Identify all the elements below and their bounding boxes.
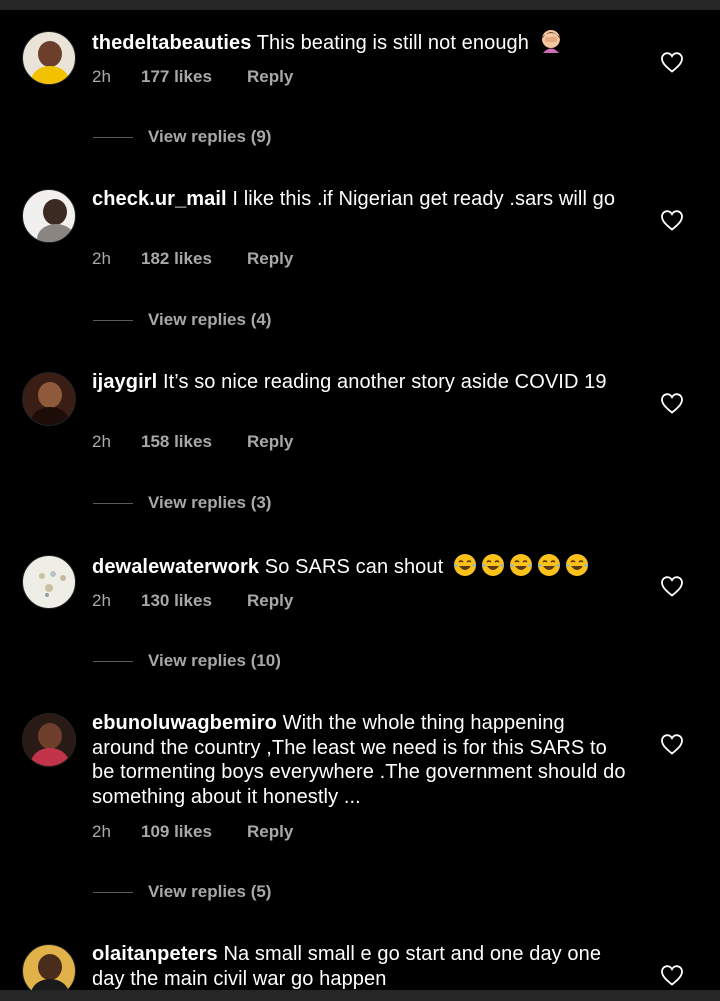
view-replies-label: View replies (4) [148, 310, 272, 329]
comment-text-block: check.ur_mail I like this .if Nigerian g… [92, 187, 632, 212]
comment-username[interactable]: dewalewaterwork [92, 556, 259, 578]
comment-time: 2h [92, 67, 111, 86]
comment-likes[interactable]: 158 likes [141, 432, 247, 452]
emoji-row [449, 554, 589, 578]
comment-likes[interactable]: 130 likes [141, 591, 247, 611]
view-replies-button[interactable]: View replies (9) [93, 127, 271, 147]
comment-username[interactable]: ebunoluwagbemiro [92, 712, 277, 734]
comment-text-block: ebunoluwagbemiro With the whole thing ha… [92, 711, 632, 809]
comment-body: I like this .if Nigerian get ready .sars… [232, 188, 616, 210]
comment-meta: 2h 177 likes Reply [92, 67, 293, 87]
replies-divider [93, 660, 133, 662]
avatar[interactable] [22, 31, 76, 85]
view-replies-button[interactable]: View replies (10) [93, 651, 281, 671]
comment-time: 2h [92, 432, 111, 451]
comment-text-block: olaitanpeters Na small small e go start … [92, 942, 632, 991]
replies-divider [93, 891, 133, 893]
heart-outline-icon[interactable] [660, 964, 684, 986]
avatar-pattern [39, 571, 66, 597]
heart-outline-icon[interactable] [660, 392, 684, 414]
reply-button[interactable]: Reply [247, 249, 293, 269]
comment-meta: 2h 182 likes Reply [92, 249, 293, 269]
reply-button[interactable]: Reply [247, 822, 293, 842]
face-with-tears-of-joy-emoji [565, 554, 588, 576]
woman-facepalming-emoji [541, 30, 560, 53]
comment-time: 2h [92, 822, 111, 841]
comment-meta: 2h 109 likes Reply [92, 822, 293, 842]
comment-time: 2h [92, 591, 111, 610]
view-replies-label: View replies (3) [148, 493, 272, 512]
avatar[interactable] [22, 555, 76, 609]
replies-divider [93, 502, 133, 504]
comment-body: So SARS can shout [264, 556, 444, 578]
comment-text-block: ijaygirl It’s so nice reading another st… [92, 370, 632, 395]
reply-button[interactable]: Reply [247, 67, 293, 87]
comment-body: It’s so nice reading another story aside… [162, 371, 607, 393]
top-bar [0, 0, 720, 10]
avatar[interactable] [22, 372, 76, 426]
avatar[interactable] [22, 713, 76, 767]
comment-body: This beating is still not enough [256, 32, 529, 54]
face-with-tears-of-joy-emoji [537, 554, 560, 576]
comment-likes[interactable]: 109 likes [141, 822, 247, 842]
comment-meta: 2h 130 likes Reply [92, 591, 293, 611]
heart-outline-icon[interactable] [660, 575, 684, 597]
comment-username[interactable]: olaitanpeters [92, 943, 218, 965]
view-replies-label: View replies (9) [148, 127, 272, 146]
reply-button[interactable]: Reply [247, 432, 293, 452]
comment-text-block: dewalewaterwork So SARS can shout [92, 553, 632, 580]
face-with-tears-of-joy-emoji [453, 554, 476, 576]
heart-outline-icon[interactable] [660, 51, 684, 73]
face-with-tears-of-joy-emoji [481, 554, 504, 576]
view-replies-button[interactable]: View replies (5) [93, 882, 271, 902]
comment-username[interactable]: thedeltabeauties [92, 32, 251, 54]
replies-divider [93, 319, 133, 321]
view-replies-button[interactable]: View replies (3) [93, 493, 271, 513]
replies-divider [93, 136, 133, 138]
view-replies-label: View replies (10) [148, 651, 281, 670]
comment-likes[interactable]: 177 likes [141, 67, 247, 87]
heart-outline-icon[interactable] [660, 209, 684, 231]
comment-meta: 2h 158 likes Reply [92, 432, 293, 452]
bottom-bar [0, 990, 720, 1001]
avatar[interactable] [22, 189, 76, 243]
comment-username[interactable]: ijaygirl [92, 371, 157, 393]
view-replies-button[interactable]: View replies (4) [93, 310, 271, 330]
face-with-tears-of-joy-emoji [509, 554, 532, 576]
reply-button[interactable]: Reply [247, 591, 293, 611]
comment-likes[interactable]: 182 likes [141, 249, 247, 269]
view-replies-label: View replies (5) [148, 882, 272, 901]
comment-time: 2h [92, 249, 111, 268]
comment-text-block: thedeltabeauties This beating is still n… [92, 29, 632, 56]
heart-outline-icon[interactable] [660, 733, 684, 755]
comment-username[interactable]: check.ur_mail [92, 188, 227, 210]
